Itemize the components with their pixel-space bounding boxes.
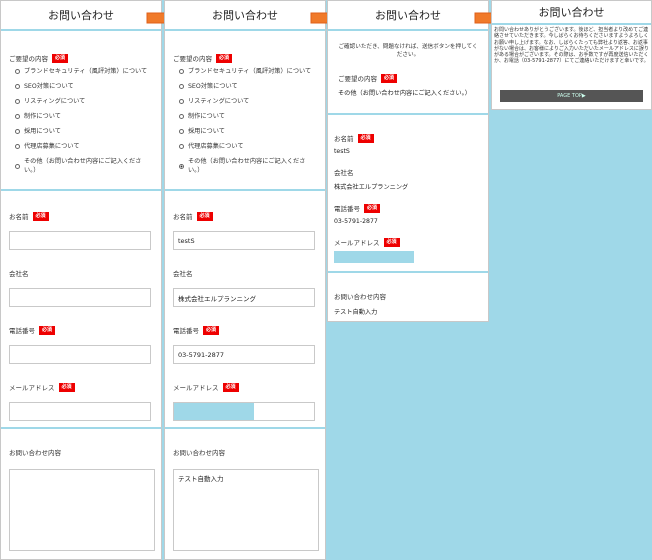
required-badge: 必須 bbox=[32, 211, 49, 221]
phone-field[interactable]: 03-5791-2877 bbox=[173, 345, 315, 364]
message-section: お問い合わせ内容 テスト自動入力 bbox=[165, 429, 325, 559]
email-label: メールアドレス bbox=[9, 384, 55, 392]
name-field[interactable] bbox=[9, 231, 151, 250]
message-textarea[interactable] bbox=[9, 469, 155, 551]
thanks-message: お問い合わせありがとうございます。後ほど、担当者より改めてご連絡させていただきま… bbox=[494, 27, 649, 65]
email-label: メールアドレス bbox=[173, 384, 219, 392]
message-label: お問い合わせ内容 bbox=[9, 449, 61, 457]
inquiry-option[interactable]: リスティングについて bbox=[15, 97, 153, 106]
inquiry-section: ご要望の内容 必須 ブランドセキュリティ（風評対策）について SEO対策について … bbox=[165, 31, 325, 191]
inquiry-option[interactable]: 採用について bbox=[15, 127, 153, 136]
email-value-highlight bbox=[334, 251, 414, 263]
company-label: 会社名 bbox=[173, 270, 193, 278]
message-section: お問い合わせ内容 bbox=[1, 429, 161, 559]
required-badge: 必須 bbox=[383, 237, 400, 247]
name-label: お名前 bbox=[9, 213, 29, 221]
required-badge: 必須 bbox=[357, 133, 374, 143]
required-badge: 必須 bbox=[222, 382, 239, 392]
phone-label: 電話番号 bbox=[173, 327, 199, 335]
required-badge: 必須 bbox=[39, 325, 56, 335]
phone-value: 03-5791-2877 bbox=[334, 218, 378, 225]
email-field[interactable] bbox=[173, 402, 315, 421]
company-value: 株式会社エルプランニング bbox=[334, 184, 409, 191]
contact-section: お名前 必須 会社名 電話番号 必須 メールアドレス 必須 bbox=[1, 191, 161, 429]
name-field[interactable]: testS bbox=[173, 231, 315, 250]
thanks-panel: お問い合わせ お問い合わせありがとうございます。後ほど、担当者より改めてご連絡さ… bbox=[491, 0, 652, 110]
radio-icon[interactable] bbox=[179, 69, 184, 74]
inquiry-option[interactable]: ブランドセキュリティ（風評対策）について bbox=[179, 67, 317, 76]
radio-icon[interactable] bbox=[179, 99, 184, 104]
radio-icon[interactable] bbox=[15, 84, 20, 89]
confirm-contact-section: お名前 必須 testS 会社名 株式会社エルプランニング 電話番号 必須 03-5… bbox=[328, 115, 488, 273]
inquiry-option[interactable]: 代理店募集について bbox=[179, 142, 317, 151]
contact-section: お名前 必須 testS 会社名 株式会社エルプランニング 電話番号 必須 03-5… bbox=[165, 191, 325, 429]
radio-icon[interactable] bbox=[179, 114, 184, 119]
required-badge: 必須 bbox=[381, 73, 398, 83]
form-panel-empty: お問い合わせ ご要望の内容 必須 ブランドセキュリティ（風評対策）について SEO… bbox=[0, 0, 162, 560]
page-title: お問い合わせ bbox=[1, 1, 161, 31]
inquiry-option[interactable]: SEO対策について bbox=[15, 82, 153, 91]
phone-label: 電話番号 bbox=[334, 205, 360, 213]
required-badge: 必須 bbox=[203, 325, 220, 335]
required-badge: 必須 bbox=[216, 53, 233, 63]
required-badge: 必須 bbox=[364, 203, 381, 213]
email-highlight bbox=[174, 403, 254, 420]
name-label: お名前 bbox=[334, 135, 354, 143]
inquiry-label: ご要望の内容 bbox=[9, 55, 48, 63]
message-label: お問い合わせ内容 bbox=[334, 293, 386, 301]
name-value: testS bbox=[334, 148, 350, 155]
company-label: 会社名 bbox=[9, 270, 29, 278]
inquiry-option-selected[interactable]: その他（お問い合わせ内容にご記入ください。） bbox=[179, 157, 317, 175]
radio-icon[interactable] bbox=[15, 144, 20, 149]
name-label: お名前 bbox=[173, 213, 193, 221]
radio-icon[interactable] bbox=[179, 129, 184, 134]
radio-icon[interactable] bbox=[15, 114, 20, 119]
radio-icon[interactable] bbox=[15, 69, 20, 74]
inquiry-value: その他（お問い合わせ内容にご記入ください。） bbox=[338, 90, 471, 97]
inquiry-label: ご要望の内容 bbox=[173, 55, 212, 63]
inquiry-option[interactable]: 制作について bbox=[179, 112, 317, 121]
inquiry-section: ご要望の内容 必須 ブランドセキュリティ（風評対策）について SEO対策について … bbox=[1, 31, 161, 191]
email-field[interactable] bbox=[9, 402, 151, 421]
confirm-inquiry-section: ご確認いただき、問題なければ、送信ボタンを押してください。 ご要望の内容 必須 そ… bbox=[328, 31, 488, 115]
phone-field[interactable] bbox=[9, 345, 151, 364]
form-panel-filled: お問い合わせ ご要望の内容 必須 ブランドセキュリティ（風評対策）について SEO… bbox=[164, 0, 326, 560]
page-title: お問い合わせ bbox=[328, 1, 488, 31]
inquiry-option[interactable]: リスティングについて bbox=[179, 97, 317, 106]
message-textarea[interactable]: テスト自動入力 bbox=[173, 469, 319, 551]
inquiry-label: ご要望の内容 bbox=[338, 75, 377, 83]
email-label: メールアドレス bbox=[334, 239, 380, 247]
inquiry-option[interactable]: ブランドセキュリティ（風評対策）について bbox=[15, 67, 153, 76]
message-label: お問い合わせ内容 bbox=[173, 449, 225, 457]
required-badge: 必須 bbox=[58, 382, 75, 392]
inquiry-option[interactable]: 採用について bbox=[179, 127, 317, 136]
confirm-message-section: お問い合わせ内容 テスト自動入力 bbox=[328, 273, 488, 321]
inquiry-option[interactable]: 制作について bbox=[15, 112, 153, 121]
inquiry-option[interactable]: 代理店募集について bbox=[15, 142, 153, 151]
radio-icon[interactable] bbox=[179, 84, 184, 89]
radio-selected-icon[interactable] bbox=[179, 163, 184, 169]
page-title: お問い合わせ bbox=[165, 1, 325, 31]
confirm-intro: ご確認いただき、問題なければ、送信ボタンを押してください。 bbox=[338, 44, 478, 58]
required-badge: 必須 bbox=[52, 53, 69, 63]
inquiry-option[interactable]: SEO対策について bbox=[179, 82, 317, 91]
message-value: テスト自動入力 bbox=[334, 309, 378, 316]
page-title: お問い合わせ bbox=[492, 1, 651, 25]
radio-icon[interactable] bbox=[15, 129, 20, 134]
page-top-button[interactable]: PAGE TOP▶ bbox=[500, 90, 643, 102]
confirm-panel: お問い合わせ ご確認いただき、問題なければ、送信ボタンを押してください。 ご要望… bbox=[327, 0, 489, 322]
radio-icon[interactable] bbox=[15, 99, 20, 104]
company-field[interactable]: 株式会社エルプランニング bbox=[173, 288, 315, 307]
company-label: 会社名 bbox=[334, 169, 354, 177]
radio-icon[interactable] bbox=[15, 163, 20, 169]
radio-icon[interactable] bbox=[179, 144, 184, 149]
required-badge: 必須 bbox=[196, 211, 213, 221]
phone-label: 電話番号 bbox=[9, 327, 35, 335]
inquiry-option[interactable]: その他（お問い合わせ内容にご記入ください。） bbox=[15, 157, 153, 175]
company-field[interactable] bbox=[9, 288, 151, 307]
